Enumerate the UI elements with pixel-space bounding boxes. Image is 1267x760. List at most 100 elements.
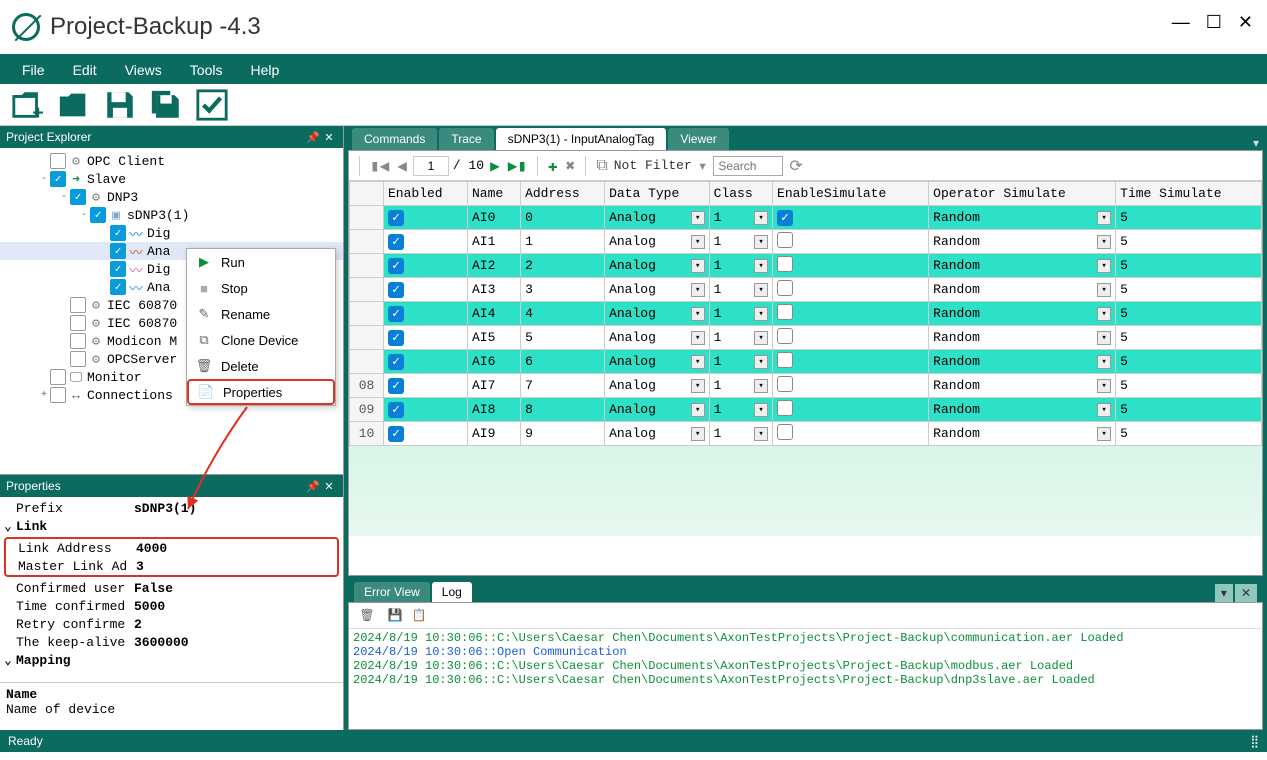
- tab-viewer[interactable]: Viewer: [668, 128, 728, 150]
- enabled-checkbox[interactable]: ✓: [388, 282, 404, 298]
- ctx-delete[interactable]: 🗑Delete: [187, 353, 335, 379]
- log-options-button[interactable]: 📋: [409, 606, 429, 626]
- dropdown-button[interactable]: ▾: [691, 211, 705, 225]
- col-header[interactable]: Name: [467, 182, 520, 206]
- enabled-checkbox[interactable]: ✓: [388, 378, 404, 394]
- tree-item[interactable]: -✓⚙DNP3: [0, 188, 343, 206]
- new-project-button[interactable]: +: [8, 87, 48, 123]
- tab-log[interactable]: Log: [432, 582, 472, 602]
- dropdown-button[interactable]: ▾: [691, 307, 705, 321]
- properties-body[interactable]: PrefixsDNP3(1)⌄LinkLink Address4000Maste…: [0, 497, 343, 682]
- tree-expander[interactable]: -: [38, 174, 50, 185]
- save-all-button[interactable]: [146, 87, 186, 123]
- dropdown-button[interactable]: ▾: [1097, 355, 1111, 369]
- tree-expander[interactable]: -: [78, 210, 90, 221]
- log-dropdown[interactable]: ▾: [1215, 584, 1233, 602]
- table-row[interactable]: 10✓AI99Analog▾1▾Random▾5: [350, 422, 1262, 446]
- tree-checkbox[interactable]: ✓: [110, 279, 126, 295]
- dropdown-button[interactable]: ▾: [691, 379, 705, 393]
- menu-edit[interactable]: Edit: [59, 62, 111, 78]
- enable-simulate-checkbox[interactable]: [777, 232, 793, 248]
- enable-simulate-checkbox[interactable]: [777, 304, 793, 320]
- table-row[interactable]: ✓AI44Analog▾1▾Random▾5: [350, 302, 1262, 326]
- enabled-checkbox[interactable]: ✓: [388, 234, 404, 250]
- dropdown-button[interactable]: ▾: [754, 331, 768, 345]
- dropdown-button[interactable]: ▾: [754, 379, 768, 393]
- ctx-rename[interactable]: ✎Rename: [187, 301, 335, 327]
- col-header[interactable]: Time Simulate: [1116, 182, 1262, 206]
- tree-checkbox[interactable]: ✓: [50, 171, 66, 187]
- table-row[interactable]: ✓AI66Analog▾1▾Random▾5: [350, 350, 1262, 374]
- tree-checkbox[interactable]: ✓: [110, 243, 126, 259]
- explorer-close-button[interactable]: ✕: [321, 129, 337, 145]
- next-page-button[interactable]: ▶: [488, 156, 502, 176]
- dropdown-button[interactable]: ▾: [1097, 235, 1111, 249]
- tree-checkbox[interactable]: ✓: [70, 189, 86, 205]
- tree-expander[interactable]: -: [58, 192, 70, 203]
- properties-close-button[interactable]: ✕: [321, 478, 337, 494]
- check-button[interactable]: [192, 87, 232, 123]
- enabled-checkbox[interactable]: ✓: [388, 330, 404, 346]
- tree-checkbox[interactable]: [70, 351, 86, 367]
- table-row[interactable]: 08✓AI77Analog▾1▾Random▾5: [350, 374, 1262, 398]
- prop-category[interactable]: ⌄Mapping: [4, 651, 339, 669]
- open-button[interactable]: [54, 87, 94, 123]
- page-input[interactable]: [413, 156, 449, 176]
- delete-row-button[interactable]: ✖: [564, 156, 578, 176]
- enabled-checkbox[interactable]: ✓: [388, 258, 404, 274]
- col-header[interactable]: Data Type: [605, 182, 710, 206]
- dropdown-button[interactable]: ▾: [754, 307, 768, 321]
- filter-dropdown[interactable]: ▾: [696, 156, 710, 176]
- tree-checkbox[interactable]: [50, 387, 66, 403]
- dropdown-button[interactable]: ▾: [754, 355, 768, 369]
- dropdown-button[interactable]: ▾: [691, 355, 705, 369]
- ctx-stop[interactable]: ■Stop: [187, 275, 335, 301]
- tree-checkbox[interactable]: ✓: [90, 207, 106, 223]
- refresh-button[interactable]: ⟳: [787, 156, 804, 176]
- prev-page-button[interactable]: ◀: [395, 156, 409, 176]
- col-header[interactable]: EnableSimulate: [773, 182, 929, 206]
- enabled-checkbox[interactable]: ✓: [388, 306, 404, 322]
- table-row[interactable]: ✓AI22Analog▾1▾Random▾5: [350, 254, 1262, 278]
- ctx-clone-device[interactable]: ⧉Clone Device: [187, 327, 335, 353]
- dropdown-button[interactable]: ▾: [1097, 211, 1111, 225]
- enable-simulate-checkbox[interactable]: [777, 256, 793, 272]
- dropdown-button[interactable]: ▾: [691, 283, 705, 297]
- tree-checkbox[interactable]: ✓: [110, 261, 126, 277]
- table-row[interactable]: ✓AI11Analog▾1▾Random▾5: [350, 230, 1262, 254]
- dropdown-button[interactable]: ▾: [754, 283, 768, 297]
- tree-checkbox[interactable]: ✓: [110, 225, 126, 241]
- prop-row[interactable]: Link Address4000: [6, 539, 337, 557]
- prop-row[interactable]: Master Link Ad3: [6, 557, 337, 575]
- tab-error-view[interactable]: Error View: [354, 582, 430, 602]
- enable-simulate-checkbox[interactable]: [777, 328, 793, 344]
- add-row-button[interactable]: ✚: [546, 156, 560, 176]
- prop-row[interactable]: Time confirmed5000: [4, 597, 339, 615]
- filter-label[interactable]: Not Filter: [614, 158, 692, 173]
- ctx-properties[interactable]: 📄Properties: [187, 379, 335, 405]
- tree-checkbox[interactable]: [70, 333, 86, 349]
- minimize-button[interactable]: —: [1172, 12, 1190, 33]
- menu-views[interactable]: Views: [111, 62, 176, 78]
- copy-button[interactable]: ⧉: [594, 157, 609, 175]
- tab-commands[interactable]: Commands: [352, 128, 437, 150]
- prop-row[interactable]: Confirmed userFalse: [4, 579, 339, 597]
- dropdown-button[interactable]: ▾: [1097, 427, 1111, 441]
- search-input[interactable]: [713, 156, 783, 176]
- dropdown-button[interactable]: ▾: [1097, 307, 1111, 321]
- col-header[interactable]: Address: [521, 182, 605, 206]
- table-row[interactable]: ✓AI00Analog▾1▾✓Random▾5: [350, 206, 1262, 230]
- col-header[interactable]: Operator Simulate: [929, 182, 1116, 206]
- col-header[interactable]: Class: [709, 182, 772, 206]
- last-page-button[interactable]: ▶▮: [506, 156, 529, 176]
- tree-checkbox[interactable]: [50, 369, 66, 385]
- enabled-checkbox[interactable]: ✓: [388, 402, 404, 418]
- tab-sdnp3-1-inputanalogtag[interactable]: sDNP3(1) - InputAnalogTag: [496, 128, 667, 150]
- dropdown-button[interactable]: ▾: [691, 331, 705, 345]
- enable-simulate-checkbox[interactable]: [777, 400, 793, 416]
- first-page-button[interactable]: ▮◀: [368, 156, 391, 176]
- dropdown-button[interactable]: ▾: [754, 235, 768, 249]
- menu-tools[interactable]: Tools: [176, 62, 237, 78]
- dropdown-button[interactable]: ▾: [1097, 403, 1111, 417]
- dropdown-button[interactable]: ▾: [754, 427, 768, 441]
